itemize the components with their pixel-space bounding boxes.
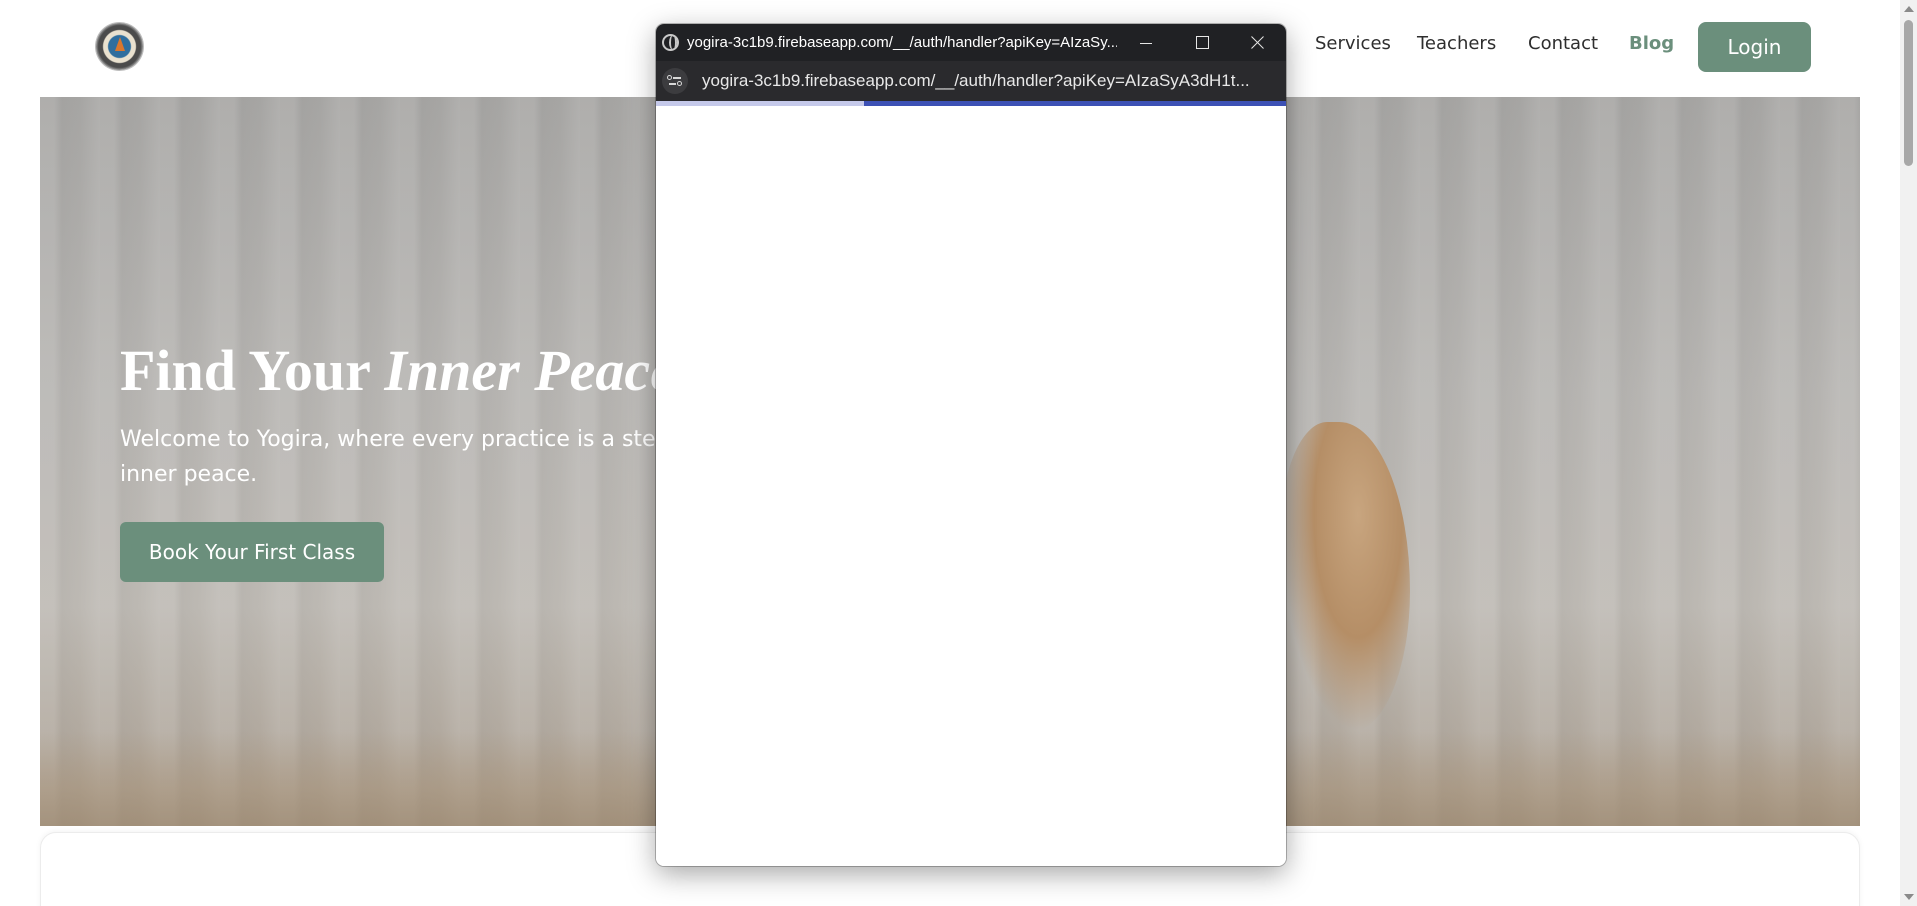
- popup-titlebar[interactable]: yogira-3c1b9.firebaseapp.com/__/auth/han…: [656, 24, 1286, 61]
- meditating-figure-icon: [115, 37, 125, 51]
- hero-title-plain: Find Your: [120, 338, 385, 403]
- globe-icon: [662, 34, 679, 51]
- minimize-button[interactable]: [1118, 24, 1174, 61]
- maximize-button[interactable]: [1174, 24, 1230, 61]
- nav-link-services[interactable]: Services: [1315, 33, 1391, 54]
- hero-title: Find Your Inner Peace: [120, 337, 676, 404]
- yoga-logo-icon[interactable]: [96, 23, 143, 70]
- hero-title-italic: Inner Peace: [384, 338, 676, 403]
- popup-blank-content: [656, 106, 1286, 866]
- scroll-down-arrow-icon[interactable]: [1904, 894, 1914, 900]
- popup-title: yogira-3c1b9.firebaseapp.com/__/auth/han…: [687, 34, 1117, 51]
- nav-link-teachers[interactable]: Teachers: [1417, 33, 1496, 54]
- popup-url[interactable]: yogira-3c1b9.firebaseapp.com/__/auth/han…: [702, 71, 1272, 91]
- scroll-up-arrow-icon[interactable]: [1904, 6, 1914, 12]
- site-info-icon[interactable]: [662, 68, 688, 94]
- login-button[interactable]: Login: [1698, 22, 1811, 72]
- scrollbar-thumb[interactable]: [1904, 20, 1913, 166]
- page-scrollbar[interactable]: [1900, 0, 1917, 906]
- nav-link-contact[interactable]: Contact: [1528, 33, 1598, 54]
- auth-popup-window: yogira-3c1b9.firebaseapp.com/__/auth/han…: [656, 24, 1286, 866]
- book-first-class-button[interactable]: Book Your First Class: [120, 522, 384, 582]
- hero-photo-person: [1280, 422, 1410, 732]
- close-button[interactable]: [1230, 24, 1286, 61]
- nav-link-blog[interactable]: Blog: [1629, 33, 1674, 54]
- popup-address-bar: yogira-3c1b9.firebaseapp.com/__/auth/han…: [656, 61, 1286, 101]
